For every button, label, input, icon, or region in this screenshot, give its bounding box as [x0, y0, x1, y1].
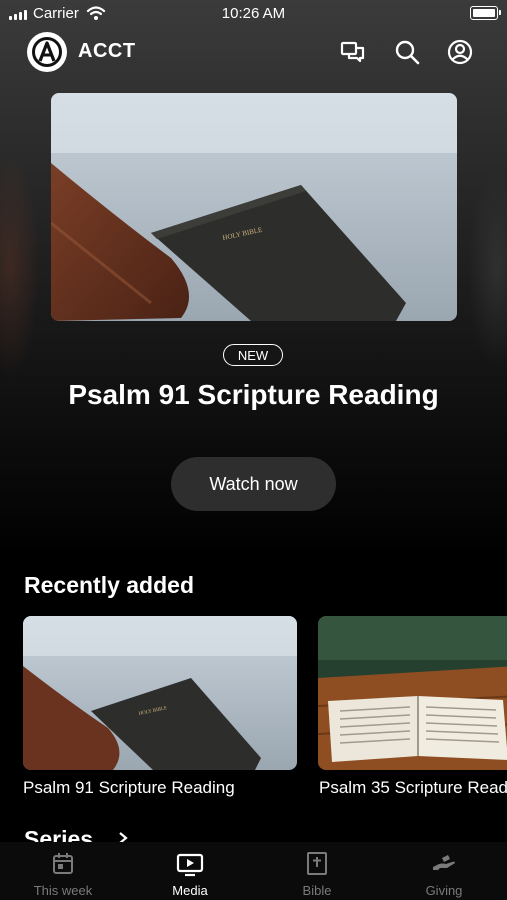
bible-icon [307, 852, 327, 875]
calendar-icon [53, 853, 73, 874]
battery-icon [470, 6, 501, 20]
profile-icon[interactable] [446, 38, 474, 66]
tab-label: Media [172, 883, 208, 898]
hand-icon [433, 855, 455, 870]
watch-now-button[interactable]: Watch now [171, 457, 336, 511]
bible-photo: HOLY BIBLE [51, 93, 457, 321]
media-card-psalm-35[interactable] [318, 616, 507, 770]
tab-bar: This week Media Bible Giving [0, 842, 507, 900]
hero-image[interactable]: HOLY BIBLE [51, 93, 457, 321]
recently-added-heading: Recently added [24, 572, 194, 598]
tab-this-week[interactable]: This week [0, 842, 126, 900]
bible-thumbnail: HOLY BIBLE [23, 616, 297, 770]
media-card-psalm-91[interactable]: HOLY BIBLE [23, 616, 297, 770]
carousel-prev-peek[interactable] [0, 150, 40, 380]
tab-label: This week [33, 883, 93, 898]
search-icon[interactable] [393, 38, 421, 66]
tab-media[interactable]: Media [127, 842, 253, 900]
status-time: 10:26 AM [221, 5, 286, 22]
app-logo[interactable] [27, 32, 67, 72]
chat-icon[interactable] [339, 38, 367, 66]
tab-label: Giving [425, 883, 463, 898]
logo-a-icon [32, 37, 62, 67]
new-badge: NEW [223, 344, 283, 366]
hero-title: Psalm 91 Scripture Reading [68, 379, 439, 410]
open-bible-thumbnail [318, 616, 507, 770]
media-card-label[interactable]: Psalm 91 Scripture Reading [23, 778, 235, 798]
tab-label: Bible [302, 883, 332, 898]
tab-giving[interactable]: Giving [381, 842, 507, 900]
app-name: ACCT [78, 40, 136, 62]
status-bar: Carrier 10:26 AM [0, 0, 507, 28]
media-card-label[interactable]: Psalm 35 Scripture Reading [319, 778, 507, 798]
tab-bible[interactable]: Bible [254, 842, 380, 900]
tv-play-icon [176, 853, 204, 877]
carousel-next-peek[interactable] [467, 170, 507, 370]
